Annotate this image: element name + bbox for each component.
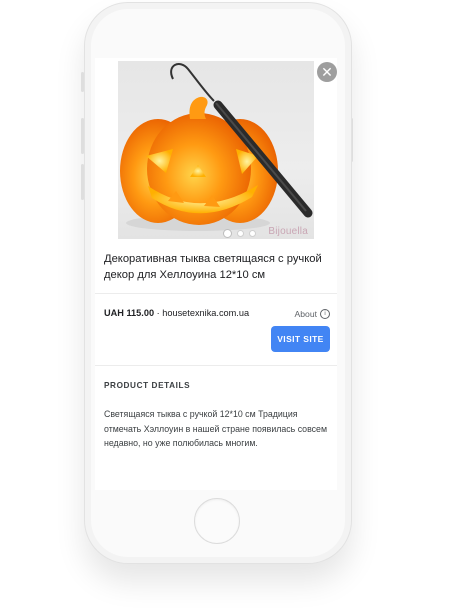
price-row: UAH 115.00 · housetexnika.com.ua [104,308,249,318]
about-label: About [294,309,317,319]
phone-home-button [194,498,240,544]
divider-top [95,293,337,294]
product-price: UAH 115.00 [104,308,155,318]
product-description: Светящаяся тыква с ручкой 12*10 см Тради… [104,409,327,448]
price-separator: · [156,308,160,318]
screen: Bijouella ✕ Декоративная тыква светящаяс… [95,58,337,490]
carousel-dot-3[interactable] [249,230,256,237]
visit-site-button[interactable]: VISIT SITE [271,326,330,352]
carousel-dots[interactable] [223,229,256,238]
image-watermark: Bijouella [268,226,308,237]
close-icon: ✕ [321,64,333,80]
product-image[interactable]: Bijouella [118,61,314,239]
merchant-site[interactable]: housetexnika.com.ua [162,308,249,318]
pumpkin-image [120,63,313,231]
about-link[interactable]: About i [295,309,330,319]
product-title: Декоративная тыква светящаяся с ручкой д… [104,253,322,281]
divider-middle [95,365,337,366]
carousel-dot-2[interactable] [237,230,244,237]
info-icon: i [320,309,330,319]
product-details-heading: PRODUCT DETAILS [104,381,191,390]
close-button[interactable]: ✕ [317,62,337,82]
carousel-dot-1[interactable] [223,229,232,238]
